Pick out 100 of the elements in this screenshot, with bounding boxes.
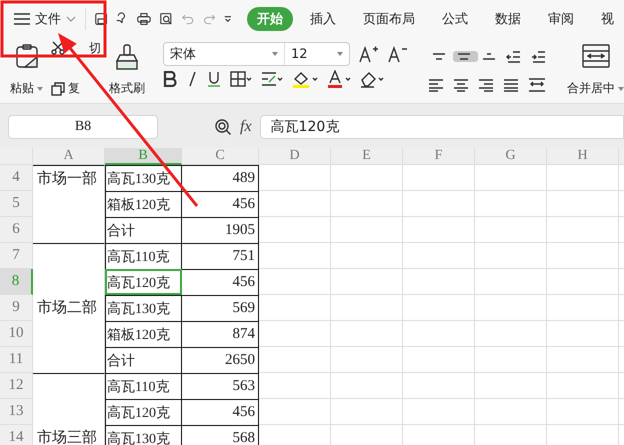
row-header[interactable]: 8 bbox=[0, 269, 33, 295]
underline-icon[interactable] bbox=[207, 71, 221, 87]
table-cell bbox=[259, 165, 331, 191]
row-header[interactable]: 4 bbox=[0, 165, 33, 191]
table-cell bbox=[331, 217, 403, 243]
grow-font-icon[interactable] bbox=[359, 45, 379, 63]
table-cell: 市场三部 bbox=[33, 425, 105, 445]
table-cell: 456 bbox=[182, 399, 259, 425]
table-cell: 1905 bbox=[182, 217, 259, 243]
table-cell bbox=[403, 243, 475, 269]
formula-field[interactable]: 高瓦120克 bbox=[260, 115, 624, 139]
table-cell bbox=[259, 347, 331, 373]
row-header[interactable]: 14 bbox=[0, 425, 33, 445]
column-header[interactable]: H bbox=[547, 148, 619, 165]
borders-icon[interactable] bbox=[230, 71, 252, 87]
row-header[interactable]: 6 bbox=[0, 217, 33, 243]
row-header[interactable]: 9 bbox=[0, 295, 33, 321]
table-cell bbox=[475, 269, 547, 295]
column-header[interactable]: G bbox=[475, 148, 547, 165]
table-cell: 箱板120克 bbox=[105, 321, 182, 347]
table-cell bbox=[259, 243, 331, 269]
table-cell bbox=[331, 373, 403, 399]
row-header[interactable]: 11 bbox=[0, 347, 33, 373]
table-cell: 合计 bbox=[105, 217, 182, 243]
column-header[interactable]: B bbox=[105, 148, 182, 165]
row-header[interactable]: 5 bbox=[0, 191, 33, 217]
merge-cells-icon[interactable] bbox=[582, 44, 610, 68]
justify-icon[interactable] bbox=[503, 78, 519, 92]
table-cell: 456 bbox=[182, 269, 259, 295]
table-cell bbox=[331, 243, 403, 269]
ribbon-tab[interactable]: 数据 bbox=[484, 7, 531, 31]
table-cell: 合计 bbox=[105, 347, 182, 373]
cell-style-icon[interactable] bbox=[261, 71, 283, 87]
table-cell bbox=[475, 295, 547, 321]
row-header[interactable]: 13 bbox=[0, 399, 33, 425]
row-header[interactable]: 7 bbox=[0, 243, 33, 269]
font-color-icon[interactable] bbox=[327, 70, 351, 88]
ribbon-tab[interactable]: 审阅 bbox=[538, 7, 584, 31]
table-cell bbox=[403, 165, 475, 191]
dropdown-icon[interactable] bbox=[224, 15, 232, 23]
column-header[interactable]: A bbox=[33, 148, 105, 165]
align-center-icon[interactable] bbox=[453, 78, 469, 92]
table-cell bbox=[475, 217, 547, 243]
paste-button[interactable]: 粘贴 bbox=[10, 80, 43, 97]
table-cell bbox=[475, 347, 547, 373]
ribbon-tab[interactable]: 公式 bbox=[432, 7, 478, 31]
table-cell bbox=[331, 321, 403, 347]
ribbon-tab[interactable]: 视 bbox=[590, 7, 624, 31]
row-header[interactable]: 10 bbox=[0, 321, 33, 347]
shrink-font-icon[interactable] bbox=[388, 45, 408, 63]
fill-color-icon[interactable] bbox=[292, 70, 318, 88]
file-menu[interactable]: 文件 bbox=[14, 10, 76, 28]
table-cell bbox=[403, 321, 475, 347]
table-cell: 高瓦120克 bbox=[105, 399, 182, 425]
table-cell bbox=[331, 295, 403, 321]
copy-button[interactable]: 复 bbox=[68, 80, 80, 97]
table-cell: 箱板120克 bbox=[105, 191, 182, 217]
row-header[interactable]: 12 bbox=[0, 373, 33, 399]
merge-center-button[interactable]: 合并居中 bbox=[567, 80, 624, 97]
table-cell bbox=[259, 269, 331, 295]
table-cell: 874 bbox=[182, 321, 259, 347]
align-right-icon[interactable] bbox=[478, 78, 494, 92]
table-cell: 高瓦120克 bbox=[105, 269, 182, 295]
ribbon-tab[interactable]: 页面布局 bbox=[352, 7, 425, 31]
copy-icon[interactable] bbox=[51, 82, 65, 96]
table-cell bbox=[403, 295, 475, 321]
table-cell bbox=[331, 269, 403, 295]
table-cell bbox=[259, 399, 331, 425]
zoom-icon[interactable] bbox=[214, 118, 232, 136]
column-header[interactable]: C bbox=[182, 148, 259, 165]
print-preview-icon[interactable] bbox=[160, 11, 173, 27]
distribute-icon[interactable] bbox=[528, 78, 546, 92]
align-button[interactable] bbox=[453, 51, 478, 62]
eraser-icon[interactable] bbox=[360, 70, 384, 88]
scissors-icon[interactable] bbox=[51, 41, 65, 55]
format-painter-button[interactable]: 格式刷 bbox=[109, 80, 145, 97]
table-cell bbox=[403, 399, 475, 425]
column-header[interactable]: F bbox=[403, 148, 475, 165]
column-header[interactable]: E bbox=[331, 148, 403, 165]
save-icon[interactable] bbox=[94, 11, 108, 27]
table-cell bbox=[475, 399, 547, 425]
table-cell bbox=[403, 373, 475, 399]
function-button[interactable]: fx bbox=[240, 118, 252, 136]
paintbrush-icon[interactable] bbox=[115, 44, 139, 70]
cut-button[interactable]: 切 bbox=[89, 42, 101, 54]
table-cell bbox=[403, 269, 475, 295]
table-cell: 569 bbox=[182, 295, 259, 321]
bold-icon[interactable] bbox=[163, 71, 177, 87]
table-cell: 高瓦110克 bbox=[105, 243, 182, 269]
caret-icon bbox=[37, 86, 43, 90]
outdent-align-icon bbox=[506, 50, 522, 63]
ribbon-tab[interactable]: 开始 bbox=[246, 7, 293, 31]
ribbon-tab[interactable]: 插入 bbox=[300, 7, 346, 31]
align-left-icon[interactable] bbox=[428, 78, 444, 92]
table-cell: 市场二部 bbox=[33, 295, 105, 321]
clipboard-icon[interactable] bbox=[14, 44, 38, 68]
print-icon[interactable] bbox=[137, 11, 152, 27]
name-box[interactable]: B8 bbox=[8, 115, 158, 139]
column-header[interactable]: D bbox=[259, 148, 331, 165]
table-cell bbox=[331, 191, 403, 217]
